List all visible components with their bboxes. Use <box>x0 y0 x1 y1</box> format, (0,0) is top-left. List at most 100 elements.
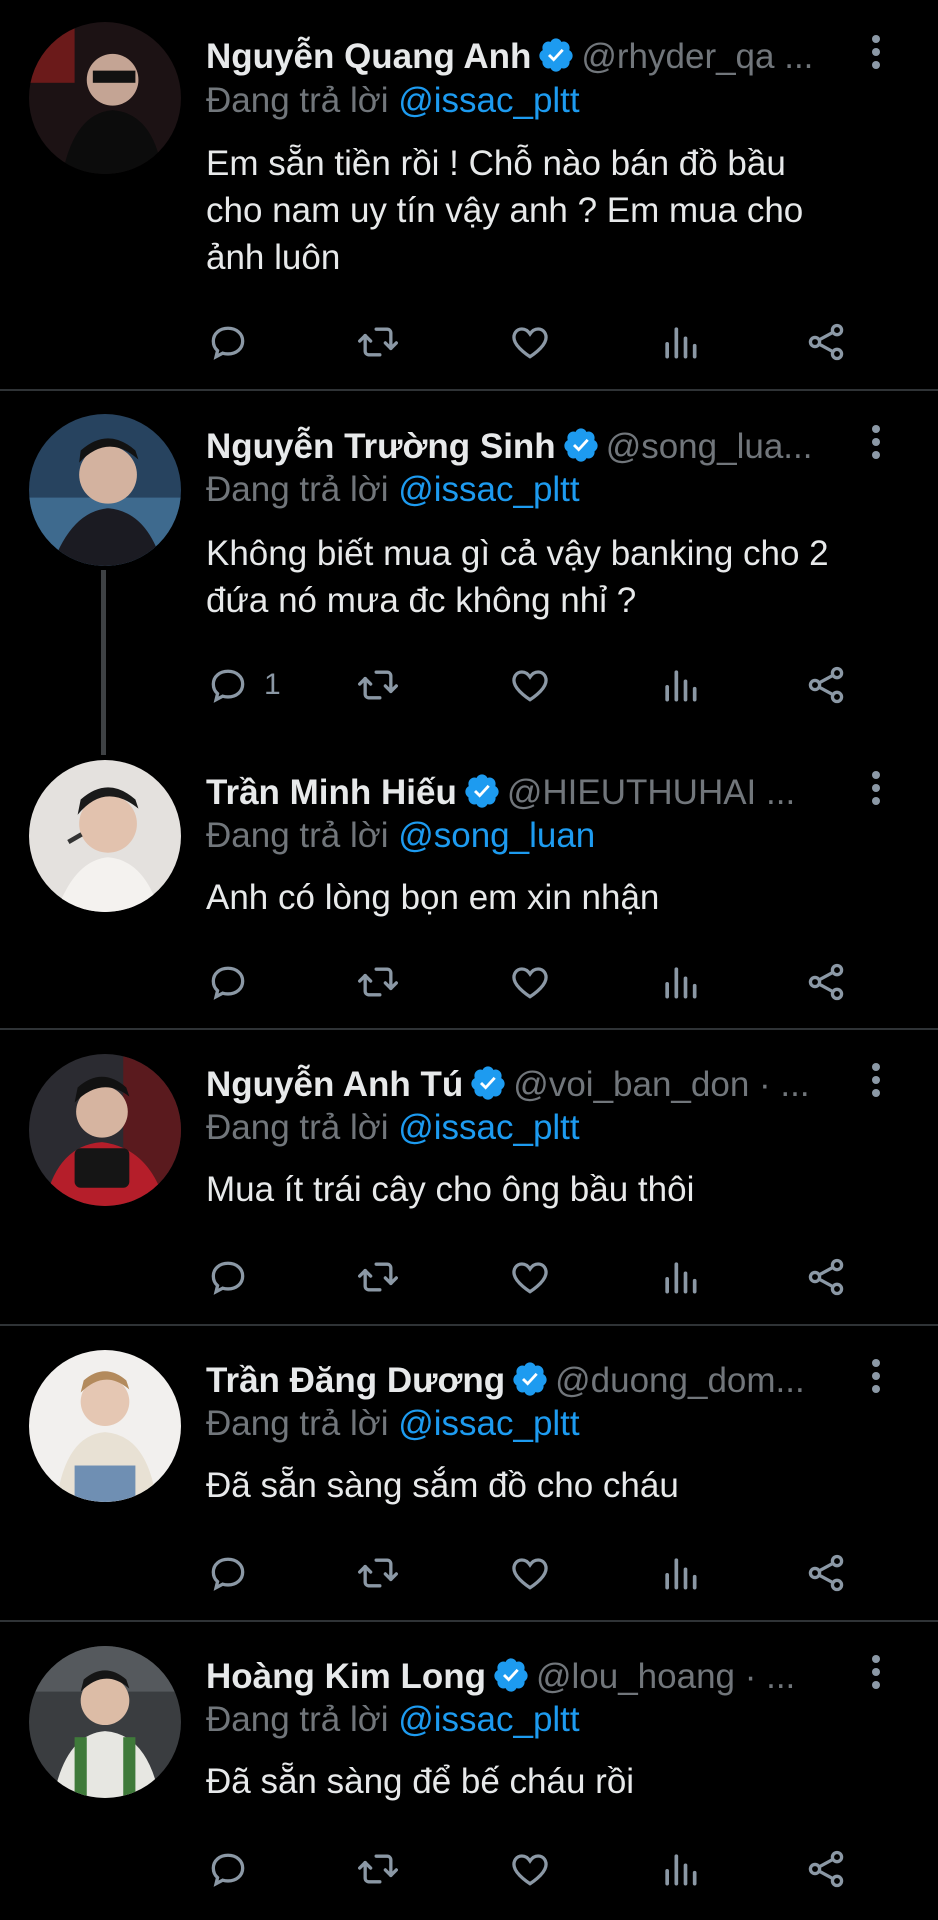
display-name[interactable]: Hoàng Kim Long <box>206 1657 486 1696</box>
share-button[interactable] <box>804 660 848 710</box>
tweet-4[interactable]: Nguyễn Anh Tú @voi_ban_don · ... Đang trả… <box>0 1030 938 1324</box>
replying-prefix: Đang trả lời <box>206 1700 389 1739</box>
tweet-header: Trần Đăng Dương @duong_dom... <box>206 1356 878 1406</box>
user-handle[interactable]: @rhyder_qa ... <box>581 37 813 76</box>
avatar[interactable] <box>29 414 181 566</box>
tweet-text-line: Em sẵn tiền rồi ! Chỗ nào bán đồ bầu <box>206 144 786 183</box>
tweet-text-line: đứa nó mưa đc không nhỉ ? <box>206 581 637 620</box>
reply-icon <box>211 1853 245 1887</box>
verified-badge-icon <box>513 1362 547 1396</box>
tweet-text-line: Mua ít trái cây cho ông bầu thôi <box>206 1170 695 1209</box>
mention-link[interactable]: @issac_pltt <box>398 1108 579 1147</box>
user-handle[interactable]: @duong_dom... <box>555 1361 805 1400</box>
retweet-button[interactable] <box>356 1252 400 1302</box>
replying-prefix: Đang trả lời <box>206 1108 389 1147</box>
user-handle[interactable]: @voi_ban_don · ... <box>513 1065 809 1104</box>
tweet-6[interactable]: Hoàng Kim Long @lou_hoang · ... Đang trả … <box>0 1622 938 1920</box>
display-name[interactable]: Trần Đăng Dương <box>206 1361 505 1400</box>
verified-badge-icon <box>465 774 499 808</box>
like-button[interactable] <box>508 957 552 1007</box>
like-button[interactable] <box>508 1548 552 1598</box>
reply-icon <box>211 669 245 703</box>
views-icon <box>665 670 697 702</box>
replying-prefix: Đang trả lời <box>206 81 389 120</box>
avatar[interactable] <box>29 1646 181 1798</box>
retweet-button[interactable] <box>356 1844 400 1894</box>
tweet-text: Đã sẵn sàng để bế cháu rồi <box>206 1758 906 1805</box>
like-button[interactable] <box>508 317 552 367</box>
tweet-text-line: Đã sẵn sàng sắm đồ cho cháu <box>206 1466 679 1505</box>
reply-button[interactable] <box>206 1548 264 1598</box>
more-options-icon[interactable] <box>866 766 886 816</box>
more-options-icon[interactable] <box>866 1058 886 1108</box>
views-button[interactable] <box>658 1844 702 1894</box>
reply-icon <box>211 1261 245 1295</box>
tweet-header: Hoàng Kim Long @lou_hoang · ... <box>206 1652 878 1702</box>
share-button[interactable] <box>804 317 848 367</box>
like-button[interactable] <box>508 1252 552 1302</box>
views-button[interactable] <box>658 957 702 1007</box>
share-icon <box>808 1258 844 1296</box>
mention-link[interactable]: @song_luan <box>398 816 595 855</box>
retweet-icon <box>358 1854 398 1884</box>
replying-to: Đang trả lời @issac_pltt <box>206 1401 580 1447</box>
like-icon <box>512 670 548 702</box>
display-name[interactable]: Nguyễn Anh Tú <box>206 1065 463 1104</box>
reply-button[interactable] <box>206 1844 264 1894</box>
tweet-text-line: Anh có lòng bọn em xin nhận <box>206 878 660 917</box>
display-name[interactable]: Nguyễn Trường Sinh <box>206 427 556 466</box>
retweet-icon <box>358 967 398 997</box>
tweet-text: Mua ít trái cây cho ông bầu thôi <box>206 1166 906 1213</box>
views-icon <box>665 1854 697 1886</box>
views-icon <box>665 1558 697 1590</box>
tweet-1[interactable]: Nguyễn Quang Anh @rhyder_qa ... Đang trả … <box>0 0 938 390</box>
mention-link[interactable]: @issac_pltt <box>398 1404 579 1443</box>
tweet-3[interactable]: Trần Minh Hiếu @HIEUTHUHAI ... Đang trả l… <box>0 752 938 1028</box>
user-handle[interactable]: @HIEUTHUHAI ... <box>507 773 795 812</box>
share-button[interactable] <box>804 1844 848 1894</box>
views-button[interactable] <box>658 317 702 367</box>
more-options-icon[interactable] <box>866 420 886 470</box>
more-options-icon[interactable] <box>866 1354 886 1404</box>
views-button[interactable] <box>658 1548 702 1598</box>
reply-button[interactable] <box>206 317 264 367</box>
avatar[interactable] <box>29 1054 181 1206</box>
replying-to: Đang trả lời @issac_pltt <box>206 78 580 124</box>
views-icon <box>665 1262 697 1294</box>
avatar[interactable] <box>29 22 181 174</box>
mention-link[interactable]: @issac_pltt <box>398 81 579 120</box>
avatar[interactable] <box>29 760 181 912</box>
retweet-button[interactable] <box>356 957 400 1007</box>
user-handle[interactable]: @song_lua... <box>606 427 813 466</box>
retweet-button[interactable] <box>356 660 400 710</box>
views-button[interactable] <box>658 660 702 710</box>
tweet-text-line: Không biết mua gì cả vậy banking cho 2 <box>206 534 829 573</box>
more-options-icon[interactable] <box>866 1650 886 1700</box>
tweet-actions <box>206 1844 886 1894</box>
mention-link[interactable]: @issac_pltt <box>398 1700 579 1739</box>
more-options-icon[interactable] <box>866 30 886 80</box>
tweet-actions <box>206 1252 886 1302</box>
tweet-5[interactable]: Trần Đăng Dương @duong_dom... Đang trả lờ… <box>0 1326 938 1620</box>
views-button[interactable] <box>658 1252 702 1302</box>
mention-link[interactable]: @issac_pltt <box>398 470 579 509</box>
tweet-header: Nguyễn Quang Anh @rhyder_qa ... <box>206 32 878 82</box>
reply-button[interactable] <box>206 1252 264 1302</box>
share-button[interactable] <box>804 1252 848 1302</box>
retweet-button[interactable] <box>356 1548 400 1598</box>
display-name[interactable]: Trần Minh Hiếu <box>206 773 457 812</box>
replying-to: Đang trả lời @issac_pltt <box>206 1105 580 1151</box>
avatar[interactable] <box>29 1350 181 1502</box>
like-button[interactable] <box>508 660 552 710</box>
user-handle[interactable]: @lou_hoang · ... <box>536 1657 795 1696</box>
reply-button[interactable] <box>206 957 264 1007</box>
reply-button[interactable]: 1 <box>206 660 281 710</box>
display-name[interactable]: Nguyễn Quang Anh <box>206 37 531 76</box>
share-button[interactable] <box>804 1548 848 1598</box>
retweet-button[interactable] <box>356 317 400 367</box>
share-button[interactable] <box>804 957 848 1007</box>
like-button[interactable] <box>508 1844 552 1894</box>
replying-to: Đang trả lời @song_luan <box>206 813 595 859</box>
tweet-2[interactable]: Nguyễn Trường Sinh @song_lua... Đang trả … <box>0 392 938 752</box>
tweet-text-line: Đã sẵn sàng để bế cháu rồi <box>206 1762 635 1801</box>
